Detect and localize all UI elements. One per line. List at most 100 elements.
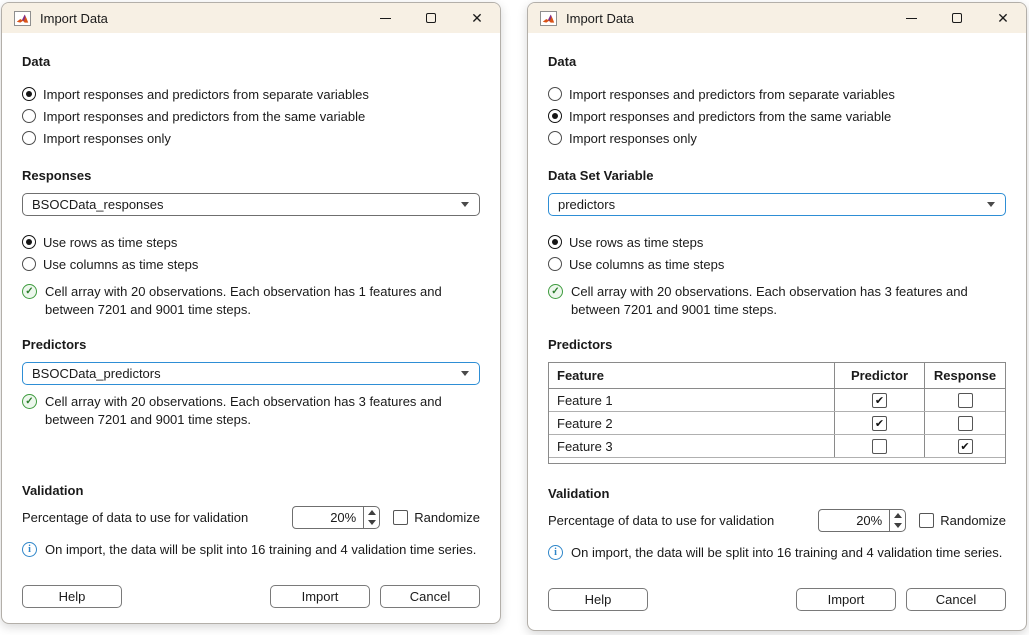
window-title: Import Data xyxy=(566,11,634,26)
arrow-down-icon xyxy=(894,523,902,528)
dropdown-value: predictors xyxy=(558,197,615,212)
time-steps-radio-group: Use rows as time steps Use columns as ti… xyxy=(548,231,1006,275)
randomize-checkbox[interactable] xyxy=(393,510,408,525)
table-row: Feature 2 xyxy=(549,412,1005,435)
close-icon: ✕ xyxy=(471,11,483,25)
predictors-status: Cell array with 20 observations. Each ob… xyxy=(22,393,480,429)
predictor-checkbox[interactable] xyxy=(872,393,887,408)
randomize-checkbox-row[interactable]: Randomize xyxy=(393,510,480,525)
response-checkbox[interactable] xyxy=(958,416,973,431)
radio-option-separate-variables[interactable]: Import responses and predictors from sep… xyxy=(22,83,480,105)
close-button[interactable]: ✕ xyxy=(454,3,500,33)
radio-option-separate-variables[interactable]: Import responses and predictors from sep… xyxy=(548,83,1006,105)
radio-option-responses-only[interactable]: Import responses only xyxy=(22,127,480,149)
radio-icon xyxy=(22,109,36,123)
percentage-input[interactable] xyxy=(818,509,890,532)
chevron-down-icon xyxy=(987,202,995,207)
radio-option-same-variable[interactable]: Import responses and predictors from the… xyxy=(22,105,480,127)
import-button[interactable]: Import xyxy=(796,588,896,611)
responses-dropdown[interactable]: BSOCData_responses xyxy=(22,193,480,216)
validation-percentage-row: Percentage of data to use for validation… xyxy=(548,509,1006,532)
response-cell xyxy=(925,389,1005,411)
predictor-cell xyxy=(835,435,925,457)
section-label-predictors: Predictors xyxy=(548,337,1006,352)
radio-option-same-variable[interactable]: Import responses and predictors from the… xyxy=(548,105,1006,127)
titlebar[interactable]: Import Data ✕ xyxy=(528,3,1026,33)
spinner-up-button[interactable] xyxy=(364,507,379,518)
window-controls: ✕ xyxy=(362,3,500,33)
predictor-cell xyxy=(835,412,925,434)
randomize-checkbox[interactable] xyxy=(919,513,934,528)
response-checkbox[interactable] xyxy=(958,439,973,454)
data-set-variable-dropdown[interactable]: predictors xyxy=(548,193,1006,216)
maximize-button[interactable] xyxy=(934,3,980,33)
data-radio-group: Import responses and predictors from sep… xyxy=(548,83,1006,149)
chevron-down-icon xyxy=(461,371,469,376)
help-button[interactable]: Help xyxy=(548,588,648,611)
import-data-dialog-left: Import Data ✕ Data Import responses and … xyxy=(1,2,501,624)
time-steps-radio-group: Use rows as time steps Use columns as ti… xyxy=(22,231,480,275)
radio-icon xyxy=(548,257,562,271)
spinner-down-button[interactable] xyxy=(890,521,905,532)
response-checkbox[interactable] xyxy=(958,393,973,408)
predictor-checkbox[interactable] xyxy=(872,439,887,454)
table-header-row: Feature Predictor Response xyxy=(549,363,1005,389)
radio-option-rows-time-steps[interactable]: Use rows as time steps xyxy=(548,231,1006,253)
window-controls: ✕ xyxy=(888,3,1026,33)
radio-icon xyxy=(22,235,36,249)
radio-icon xyxy=(548,109,562,123)
section-label-predictors: Predictors xyxy=(22,337,480,352)
close-button[interactable]: ✕ xyxy=(980,3,1026,33)
button-row: Help Import Cancel xyxy=(548,588,1006,611)
section-label-validation: Validation xyxy=(22,483,480,498)
radio-label: Use columns as time steps xyxy=(569,257,724,272)
spinner-down-button[interactable] xyxy=(364,518,379,529)
radio-label: Use columns as time steps xyxy=(43,257,198,272)
maximize-icon xyxy=(426,13,436,23)
radio-option-rows-time-steps[interactable]: Use rows as time steps xyxy=(22,231,480,253)
radio-option-columns-time-steps[interactable]: Use columns as time steps xyxy=(22,253,480,275)
header-feature: Feature xyxy=(549,363,835,388)
dropdown-value: BSOCData_predictors xyxy=(32,366,161,381)
dropdown-value: BSOCData_responses xyxy=(32,197,164,212)
percentage-label: Percentage of data to use for validation xyxy=(548,513,818,528)
table-row: Feature 1 xyxy=(549,389,1005,412)
radio-label: Import responses and predictors from sep… xyxy=(43,87,369,102)
status-text: Cell array with 20 observations. Each ob… xyxy=(571,283,1003,319)
radio-icon xyxy=(22,87,36,101)
status-text: Cell array with 20 observations. Each ob… xyxy=(45,393,477,429)
info-text: On import, the data will be split into 1… xyxy=(571,544,1002,562)
matlab-icon xyxy=(540,11,557,26)
radio-label: Import responses and predictors from sep… xyxy=(569,87,895,102)
cancel-button[interactable]: Cancel xyxy=(906,588,1006,611)
titlebar[interactable]: Import Data ✕ xyxy=(2,3,500,33)
randomize-checkbox-row[interactable]: Randomize xyxy=(919,513,1006,528)
radio-option-columns-time-steps[interactable]: Use columns as time steps xyxy=(548,253,1006,275)
window-title: Import Data xyxy=(40,11,108,26)
percentage-input[interactable] xyxy=(292,506,364,529)
radio-label: Import responses only xyxy=(569,131,697,146)
minimize-button[interactable] xyxy=(362,3,408,33)
header-response: Response xyxy=(925,363,1005,388)
close-icon: ✕ xyxy=(997,11,1009,25)
predictor-checkbox[interactable] xyxy=(872,416,887,431)
table-row: Feature 3 xyxy=(549,435,1005,458)
cancel-button[interactable]: Cancel xyxy=(380,585,480,608)
radio-option-responses-only[interactable]: Import responses only xyxy=(548,127,1006,149)
radio-label: Use rows as time steps xyxy=(569,235,703,250)
minimize-icon xyxy=(380,18,391,19)
predictors-dropdown[interactable]: BSOCData_predictors xyxy=(22,362,480,385)
maximize-icon xyxy=(952,13,962,23)
predictors-table: Feature Predictor Response Feature 1 Fea… xyxy=(548,362,1006,464)
spinner-up-button[interactable] xyxy=(890,510,905,521)
radio-icon xyxy=(22,257,36,271)
button-row: Help Import Cancel xyxy=(22,585,480,608)
randomize-label: Randomize xyxy=(940,513,1006,528)
minimize-icon xyxy=(906,18,917,19)
import-button[interactable]: Import xyxy=(270,585,370,608)
randomize-label: Randomize xyxy=(414,510,480,525)
help-button[interactable]: Help xyxy=(22,585,122,608)
data-set-variable-status: Cell array with 20 observations. Each ob… xyxy=(548,283,1006,319)
maximize-button[interactable] xyxy=(408,3,454,33)
minimize-button[interactable] xyxy=(888,3,934,33)
